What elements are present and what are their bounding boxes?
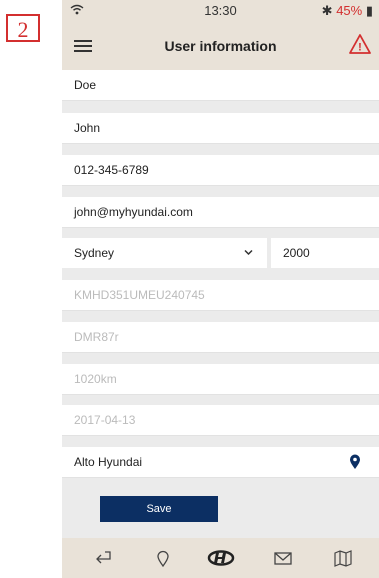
battery-indicator: ✱ 45% ▮ — [322, 3, 373, 19]
header-bar: 13:30 ✱ 45% ▮ User information ! — [62, 0, 379, 70]
battery-icon: ▮ — [362, 3, 373, 18]
warning-icon[interactable]: ! — [349, 34, 371, 59]
last-name-field[interactable]: Doe — [62, 70, 379, 101]
step-number-box: 2 — [6, 14, 40, 42]
vin-value: KMHD351UMEU240745 — [74, 288, 205, 302]
first-name-field[interactable]: John — [62, 113, 379, 144]
location-pin-outline-icon[interactable] — [152, 548, 174, 568]
hyundai-logo-icon[interactable] — [207, 548, 235, 568]
phone-value: 012-345-6789 — [74, 163, 149, 177]
date-field: 2017-04-13 — [62, 405, 379, 436]
chevron-down-icon — [244, 249, 253, 256]
location-pin-icon[interactable] — [349, 454, 361, 470]
bottom-tab-bar — [62, 538, 379, 578]
registration-field: DMR87r — [62, 322, 379, 353]
dealer-field[interactable]: Alto Hyundai — [62, 447, 379, 478]
bluetooth-icon: ✱ — [321, 3, 333, 18]
mail-icon[interactable] — [272, 548, 294, 568]
vin-field: KMHD351UMEU240745 — [62, 280, 379, 311]
email-field[interactable]: john@myhyundai.com — [62, 197, 379, 228]
odometer-field: 1020km — [62, 364, 379, 395]
save-button[interactable]: Save — [100, 496, 218, 522]
city-select[interactable]: Sydney — [62, 238, 267, 268]
postcode-value: 2000 — [283, 246, 310, 260]
dealer-value: Alto Hyundai — [74, 455, 143, 469]
map-icon[interactable] — [332, 548, 354, 568]
status-bar: 13:30 ✱ 45% ▮ — [62, 0, 379, 22]
phone-field[interactable]: 012-345-6789 — [62, 155, 379, 186]
page-title: User information — [164, 38, 277, 54]
battery-percent: 45% — [336, 3, 363, 18]
odometer-value: 1020km — [74, 372, 117, 386]
date-value: 2017-04-13 — [74, 413, 136, 427]
phone-screen: 13:30 ✱ 45% ▮ User information ! Doe Joh… — [62, 0, 379, 578]
postcode-field[interactable]: 2000 — [271, 238, 379, 268]
registration-value: DMR87r — [74, 330, 119, 344]
email-value: john@myhyundai.com — [74, 205, 193, 219]
last-name-value: Doe — [74, 78, 97, 92]
city-value: Sydney — [74, 246, 115, 260]
back-arrow-icon[interactable] — [92, 548, 114, 568]
first-name-value: John — [74, 121, 101, 135]
warning-mark: ! — [358, 42, 362, 54]
